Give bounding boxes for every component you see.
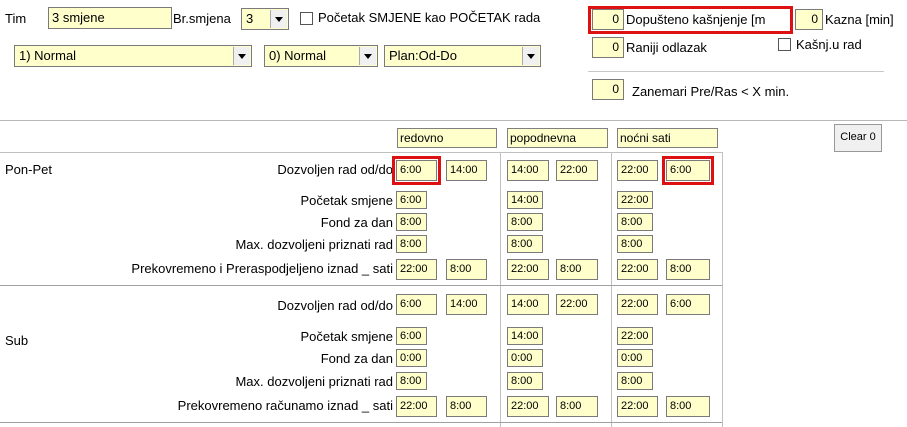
time-field[interactable]: 8:00 xyxy=(617,213,653,231)
time-field[interactable]: 22:00 xyxy=(556,294,598,315)
time-field-start-redovno[interactable]: 6:00 xyxy=(392,156,441,185)
column-divider xyxy=(722,152,723,427)
time-field[interactable]: 14:00 xyxy=(507,294,549,315)
time-field[interactable]: 6:00 xyxy=(396,327,427,345)
pocetak-checkbox-label: Početak SMJENE kao POČETAK rada xyxy=(318,10,541,25)
time-field-end-popodnevna[interactable]: 22:00 xyxy=(556,160,598,181)
time-field[interactable]: 22:00 xyxy=(507,259,549,280)
column-divider xyxy=(611,152,612,427)
time-field[interactable]: 8:00 xyxy=(617,372,653,390)
time-field[interactable]: 8:00 xyxy=(396,372,427,390)
time-field[interactable]: 8:00 xyxy=(507,372,543,390)
section-label-sub: Sub xyxy=(5,333,29,348)
chevron-down-icon[interactable] xyxy=(233,47,250,65)
combo-normal-2-value: 0) Normal xyxy=(269,48,327,63)
time-field[interactable]: 0:00 xyxy=(396,349,427,367)
combo-plan-value: Plan:Od-Do xyxy=(389,48,457,63)
time-field[interactable]: 22:00 xyxy=(617,396,658,417)
time-field[interactable]: 6:00 xyxy=(666,294,710,315)
time-field[interactable]: 22:00 xyxy=(617,191,653,209)
kazna-field[interactable]: 0 xyxy=(795,9,823,30)
time-field[interactable]: 8:00 xyxy=(556,259,598,280)
time-field-end-redovno[interactable]: 14:00 xyxy=(446,160,487,181)
time-field[interactable]: 22:00 xyxy=(507,396,549,417)
header-nocni-sati: noćni sati xyxy=(617,128,718,148)
row-label: Max. dozvoljeni priznati rad xyxy=(235,374,393,389)
row-label: Početak smjene xyxy=(300,329,394,344)
row-label: Fond za dan xyxy=(320,351,393,366)
raniji-label: Raniji odlazak xyxy=(626,40,707,55)
time-field[interactable]: 8:00 xyxy=(396,235,427,253)
zanemari-field[interactable]: 0 xyxy=(592,79,624,100)
section-divider xyxy=(0,285,722,286)
time-field[interactable]: 22:00 xyxy=(617,327,653,345)
combo-normal-1-value: 1) Normal xyxy=(19,48,77,63)
time-field[interactable]: 22:00 xyxy=(617,294,658,315)
combo-normal-2[interactable]: 0) Normal xyxy=(264,45,378,67)
time-field[interactable]: 8:00 xyxy=(396,213,427,231)
zanemari-label: Zanemari Pre/Ras < X min. xyxy=(632,84,790,99)
row-label: Fond za dan xyxy=(320,215,393,230)
divider xyxy=(588,71,884,72)
br-smjena-select[interactable]: 3 xyxy=(241,8,289,30)
chevron-down-icon[interactable] xyxy=(270,10,287,28)
time-field[interactable]: 0:00 xyxy=(617,349,653,367)
pocetak-checkbox[interactable] xyxy=(300,12,313,25)
dopusteno-label: Dopušteno kašnjenje [m xyxy=(626,12,766,27)
header-redovno: redovno xyxy=(397,128,497,148)
time-field[interactable]: 8:00 xyxy=(617,235,653,253)
row-label: Dozvoljen rad od/do xyxy=(277,298,393,313)
time-field[interactable]: 22:00 xyxy=(396,259,437,280)
combo-plan[interactable]: Plan:Od-Do xyxy=(384,45,541,67)
br-smjena-value: 3 xyxy=(246,11,254,26)
tim-field[interactable]: 3 smjene xyxy=(48,7,172,29)
row-label: Prekovremeno i Preraspodjeljeno iznad _ … xyxy=(131,261,393,276)
chevron-down-icon[interactable] xyxy=(522,47,539,65)
time-field[interactable]: 8:00 xyxy=(507,235,543,253)
row-label: Početak smjene xyxy=(300,193,394,208)
time-field[interactable]: 8:00 xyxy=(446,396,487,417)
kasnj-checkbox[interactable] xyxy=(778,38,791,51)
time-field[interactable]: 6:00 xyxy=(396,294,437,315)
time-field[interactable]: 8:00 xyxy=(556,396,598,417)
kazna-label: Kazna [min] xyxy=(825,12,894,27)
time-field-end-nocni[interactable]: 6:00 xyxy=(662,156,714,185)
time-field[interactable]: 22:00 xyxy=(617,259,658,280)
br-smjena-label: Br.smjena xyxy=(173,11,231,26)
time-field[interactable]: 6:00 xyxy=(396,191,427,209)
row-label: Max. dozvoljeni priznati rad xyxy=(235,237,393,252)
section-label-pon-pet: Pon-Pet xyxy=(5,162,52,177)
header-popodnevna: popodnevna xyxy=(507,128,608,148)
time-field[interactable]: 8:00 xyxy=(666,259,710,280)
dopusteno-field[interactable]: 0 xyxy=(592,9,624,30)
combo-normal-1[interactable]: 1) Normal xyxy=(14,45,252,67)
row-label: Dozvoljen rad od/do xyxy=(277,162,393,177)
row-label: Prekovremeno računamo iznad _ sati xyxy=(177,398,393,413)
time-field-start-popodnevna[interactable]: 14:00 xyxy=(507,160,549,181)
raniji-field[interactable]: 0 xyxy=(592,37,624,58)
time-field[interactable]: 8:00 xyxy=(507,213,543,231)
kasnj-label: Kašnj.u rad xyxy=(796,37,862,52)
section-divider xyxy=(0,422,722,423)
time-field[interactable]: 14:00 xyxy=(507,327,543,345)
time-field-start-nocni[interactable]: 22:00 xyxy=(617,160,658,181)
chevron-down-icon[interactable] xyxy=(359,47,376,65)
time-field[interactable]: 0:00 xyxy=(507,349,543,367)
tim-label: Tim xyxy=(5,11,27,26)
grid-top-divider xyxy=(0,120,907,121)
time-field[interactable]: 14:00 xyxy=(446,294,487,315)
header-divider xyxy=(0,152,722,153)
time-field[interactable]: 22:00 xyxy=(396,396,437,417)
clear-button[interactable]: Clear 0 xyxy=(834,124,882,152)
time-field[interactable]: 8:00 xyxy=(446,259,487,280)
column-divider xyxy=(500,152,501,427)
time-field[interactable]: 14:00 xyxy=(507,191,543,209)
time-field[interactable]: 8:00 xyxy=(666,396,710,417)
